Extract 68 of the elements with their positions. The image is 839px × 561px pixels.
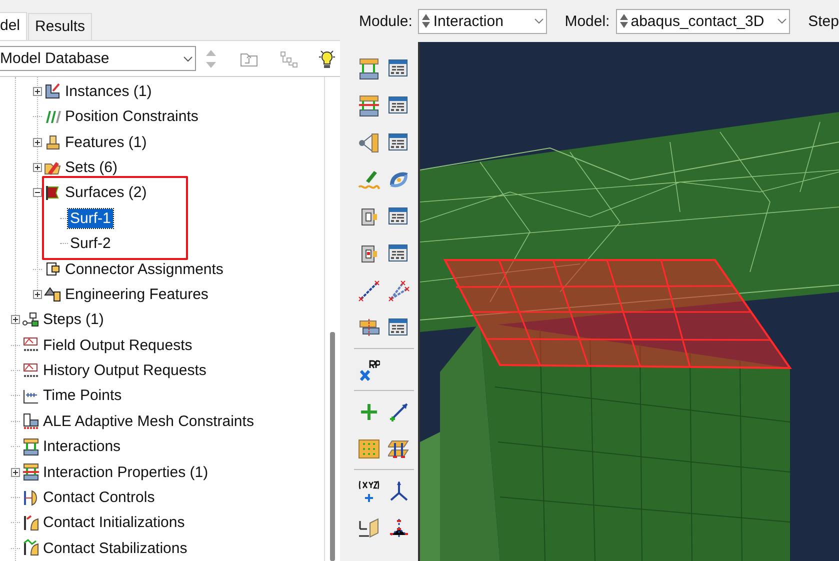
light-bulb-icon[interactable] bbox=[318, 48, 336, 68]
reference-point-icon[interactable] bbox=[358, 358, 380, 380]
contact-stabilization-icon bbox=[22, 539, 40, 558]
tree-selector[interactable]: Model Database bbox=[0, 46, 196, 71]
tree-item[interactable]: Surf-2 bbox=[68, 234, 113, 254]
interaction-icon bbox=[22, 438, 40, 456]
field-label: Module: bbox=[359, 12, 412, 30]
tree-item[interactable]: Contact Stabilizations bbox=[41, 538, 190, 558]
expand-toggle[interactable] bbox=[33, 138, 42, 147]
manager-icon[interactable] bbox=[388, 58, 410, 80]
tree-item[interactable]: Contact Initializations bbox=[41, 513, 187, 532]
field-label: Model: bbox=[564, 12, 610, 30]
manager-icon[interactable] bbox=[388, 206, 410, 228]
expand-toggle[interactable] bbox=[33, 162, 42, 172]
manager-icon[interactable] bbox=[388, 316, 410, 338]
flowchart-icon bbox=[22, 310, 40, 329]
tab[interactable]: del bbox=[0, 12, 28, 40]
interaction-property-icon bbox=[22, 463, 40, 482]
datum-plane-icon[interactable] bbox=[358, 516, 380, 538]
mesh-constraint-icon bbox=[22, 412, 40, 430]
expand-toggle[interactable] bbox=[33, 86, 42, 96]
contact-control-icon bbox=[22, 488, 40, 507]
tree-item[interactable]: Instances (1) bbox=[63, 82, 154, 101]
expand-toggle[interactable] bbox=[11, 468, 20, 477]
manager-icon[interactable] bbox=[388, 132, 410, 154]
points-icon[interactable] bbox=[388, 516, 410, 538]
engineering-icon bbox=[44, 285, 62, 304]
tree-item[interactable]: Position Constraints bbox=[63, 107, 200, 126]
plane-pair-icon[interactable] bbox=[388, 438, 410, 460]
field-label: Step bbox=[808, 12, 839, 30]
wire-icon[interactable] bbox=[358, 280, 380, 302]
tree-item[interactable]: Contact Controls bbox=[41, 488, 157, 508]
tree-item[interactable]: Steps (1) bbox=[41, 310, 106, 330]
connector-icon bbox=[44, 260, 62, 278]
output-icon bbox=[22, 362, 40, 380]
tree-item[interactable]: Engineering Features bbox=[63, 284, 210, 304]
tree-item[interactable]: Field Output Requests bbox=[41, 336, 194, 355]
sheet-icon[interactable] bbox=[358, 316, 380, 338]
csys-axes-icon[interactable] bbox=[388, 480, 410, 502]
expand-toggle[interactable] bbox=[33, 290, 42, 299]
part-icon bbox=[44, 82, 62, 100]
tree-item[interactable]: History Output Requests bbox=[41, 361, 208, 380]
feature-icon bbox=[44, 133, 62, 152]
tree-item[interactable]: Interaction Properties (1) bbox=[41, 462, 210, 482]
coordinate-point-icon[interactable] bbox=[358, 480, 380, 502]
create-property-icon[interactable] bbox=[358, 94, 380, 116]
tab[interactable]: Results bbox=[28, 13, 92, 40]
tree-item[interactable]: Features (1) bbox=[63, 132, 149, 152]
collapse-toggle[interactable] bbox=[33, 188, 42, 198]
tree-item[interactable]: Time Points bbox=[41, 386, 124, 406]
tree-item[interactable]: Surf-1 bbox=[68, 208, 113, 228]
grid-points-icon[interactable] bbox=[358, 438, 380, 460]
projector-icon[interactable] bbox=[358, 132, 380, 154]
tree-item[interactable]: ALE Adaptive Mesh Constraints bbox=[41, 412, 256, 431]
tree-item[interactable]: Connector Assignments bbox=[63, 260, 226, 278]
contact-initialization-icon bbox=[22, 514, 40, 532]
module-selector[interactable]: Interaction bbox=[418, 8, 547, 34]
scrollbar-thumb[interactable] bbox=[330, 332, 335, 561]
datum-axis-icon[interactable] bbox=[388, 400, 410, 422]
tree-item[interactable]: Sets (6) bbox=[63, 158, 120, 177]
model-selector[interactable]: abaqus_contact_3D bbox=[616, 8, 790, 34]
wire-pair-icon[interactable] bbox=[388, 280, 410, 302]
tree-item[interactable]: Interactions bbox=[41, 437, 123, 456]
manager-icon[interactable] bbox=[388, 242, 410, 264]
create-interaction-icon[interactable] bbox=[358, 58, 380, 80]
manager-icon[interactable] bbox=[388, 94, 410, 116]
tree-item[interactable]: Surfaces (2) bbox=[63, 183, 149, 202]
expand-toggle[interactable] bbox=[11, 315, 20, 324]
